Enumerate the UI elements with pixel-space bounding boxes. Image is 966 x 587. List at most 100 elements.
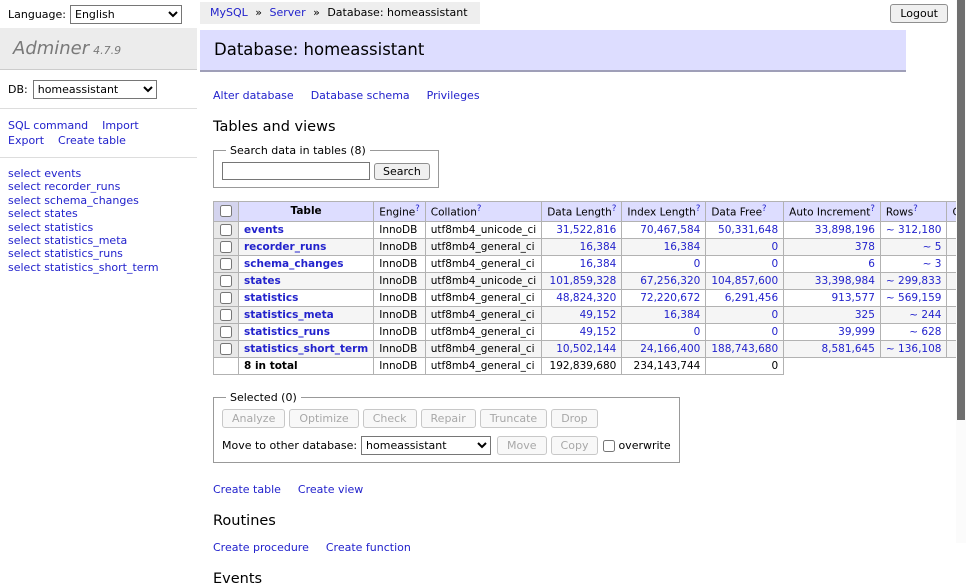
data-free-link[interactable]: 0: [771, 326, 778, 338]
data-free-link[interactable]: 0: [771, 309, 778, 321]
sidebar-link[interactable]: SQL command: [8, 118, 88, 133]
row-checkbox[interactable]: [220, 258, 232, 270]
routine-create-link[interactable]: Create procedure: [213, 541, 309, 554]
table-name-link[interactable]: events: [244, 224, 284, 236]
create-link[interactable]: Create view: [298, 483, 363, 496]
index-length-link[interactable]: 0: [694, 326, 701, 338]
table-name-link[interactable]: recorder_runs: [244, 241, 326, 253]
help-link[interactable]: ?: [477, 204, 482, 214]
rows-estimate-link[interactable]: ~ 569,159: [886, 292, 942, 304]
language-select[interactable]: English: [70, 5, 182, 24]
help-link[interactable]: ?: [870, 204, 875, 214]
auto-increment-link[interactable]: 913,577: [832, 292, 875, 304]
select-link[interactable]: select: [8, 180, 41, 193]
select-link[interactable]: select: [8, 261, 41, 274]
database-action-link[interactable]: Database schema: [311, 89, 410, 102]
help-link[interactable]: ?: [762, 204, 767, 214]
rows-estimate-link[interactable]: ~ 136,108: [886, 343, 942, 355]
table-name-link[interactable]: statistics_runs: [244, 326, 330, 338]
rows-estimate-link[interactable]: ~ 628: [909, 326, 941, 338]
routine-create-link[interactable]: Create function: [326, 541, 411, 554]
sidebar-table-link[interactable]: schema_changes: [44, 194, 139, 207]
copy-button[interactable]: Copy: [551, 436, 599, 455]
select-link[interactable]: select: [8, 167, 41, 180]
index-length-link[interactable]: 67,256,320: [640, 275, 700, 287]
select-link[interactable]: select: [8, 207, 41, 220]
create-link[interactable]: Create table: [213, 483, 281, 496]
auto-increment-link[interactable]: 33,398,984: [815, 275, 875, 287]
rows-estimate-link[interactable]: ~ 3: [923, 258, 942, 270]
rows-estimate-link[interactable]: ~ 244: [909, 309, 941, 321]
search-input[interactable]: [222, 162, 370, 180]
overwrite-checkbox[interactable]: [603, 440, 615, 452]
rows-estimate-link[interactable]: ~ 5: [923, 241, 942, 253]
move-db-select[interactable]: homeassistant: [361, 436, 491, 455]
move-button[interactable]: Move: [497, 436, 547, 455]
row-checkbox[interactable]: [220, 224, 232, 236]
data-length-link[interactable]: 16,384: [580, 241, 617, 253]
data-length-link[interactable]: 49,152: [580, 309, 617, 321]
data-length-link[interactable]: 101,859,328: [550, 275, 617, 287]
data-free-link[interactable]: 50,331,648: [718, 224, 778, 236]
select-all-checkbox[interactable]: [220, 205, 232, 217]
vertical-scrollbar[interactable]: [956, 0, 966, 543]
select-link[interactable]: select: [8, 247, 41, 260]
database-action-link[interactable]: Privileges: [427, 89, 480, 102]
sidebar-table-link[interactable]: statistics_runs: [44, 247, 123, 260]
rows-estimate-link[interactable]: ~ 299,833: [886, 275, 942, 287]
data-free-link[interactable]: 0: [771, 241, 778, 253]
help-link[interactable]: ?: [612, 204, 617, 214]
scrollbar-thumb[interactable]: [957, 0, 965, 420]
row-checkbox[interactable]: [220, 292, 232, 304]
sidebar-table-link[interactable]: states: [44, 207, 78, 220]
data-length-link[interactable]: 49,152: [580, 326, 617, 338]
help-link[interactable]: ?: [913, 204, 918, 214]
logout-button[interactable]: Logout: [890, 4, 948, 23]
db-select[interactable]: homeassistant: [33, 80, 157, 99]
index-length-link[interactable]: 70,467,584: [640, 224, 700, 236]
search-button[interactable]: Search: [374, 163, 430, 180]
sidebar-link[interactable]: Export: [8, 133, 44, 148]
index-length-link[interactable]: 24,166,400: [640, 343, 700, 355]
sidebar-table-link[interactable]: statistics_meta: [44, 234, 127, 247]
sidebar-link[interactable]: Create table: [58, 133, 126, 148]
data-free-link[interactable]: 0: [771, 258, 778, 270]
sidebar-table-link[interactable]: statistics_short_term: [44, 261, 158, 274]
auto-increment-link[interactable]: 6: [868, 258, 875, 270]
sidebar-table-link[interactable]: statistics: [44, 221, 93, 234]
select-link[interactable]: select: [8, 194, 41, 207]
select-link[interactable]: select: [8, 221, 41, 234]
analyze-button[interactable]: Analyze: [222, 409, 285, 428]
data-free-link[interactable]: 6,291,456: [725, 292, 778, 304]
auto-increment-link[interactable]: 33,898,196: [815, 224, 875, 236]
table-name-link[interactable]: schema_changes: [244, 258, 344, 270]
sidebar-table-link[interactable]: events: [44, 167, 81, 180]
select-link[interactable]: select: [8, 234, 41, 247]
auto-increment-link[interactable]: 325: [855, 309, 875, 321]
table-name-link[interactable]: states: [244, 275, 281, 287]
data-free-link[interactable]: 188,743,680: [711, 343, 778, 355]
row-checkbox[interactable]: [220, 241, 232, 253]
index-length-link[interactable]: 16,384: [664, 309, 701, 321]
index-length-link[interactable]: 0: [694, 258, 701, 270]
data-length-link[interactable]: 10,502,144: [556, 343, 616, 355]
help-link[interactable]: ?: [415, 204, 420, 214]
breadcrumb-link[interactable]: MySQL: [210, 6, 248, 19]
database-action-link[interactable]: Alter database: [213, 89, 294, 102]
truncate-button[interactable]: Truncate: [480, 409, 547, 428]
rows-estimate-link[interactable]: ~ 312,180: [886, 224, 942, 236]
data-free-link[interactable]: 104,857,600: [711, 275, 778, 287]
drop-button[interactable]: Drop: [551, 409, 597, 428]
index-length-link[interactable]: 16,384: [664, 241, 701, 253]
auto-increment-link[interactable]: 39,999: [838, 326, 875, 338]
help-link[interactable]: ?: [696, 204, 701, 214]
repair-button[interactable]: Repair: [421, 409, 476, 428]
sidebar-link[interactable]: Import: [102, 118, 139, 133]
row-checkbox[interactable]: [220, 275, 232, 287]
index-length-link[interactable]: 72,220,672: [640, 292, 700, 304]
data-length-link[interactable]: 48,824,320: [556, 292, 616, 304]
auto-increment-link[interactable]: 378: [855, 241, 875, 253]
check-button[interactable]: Check: [363, 409, 417, 428]
breadcrumb-link[interactable]: Server: [270, 6, 306, 19]
auto-increment-link[interactable]: 8,581,645: [821, 343, 874, 355]
